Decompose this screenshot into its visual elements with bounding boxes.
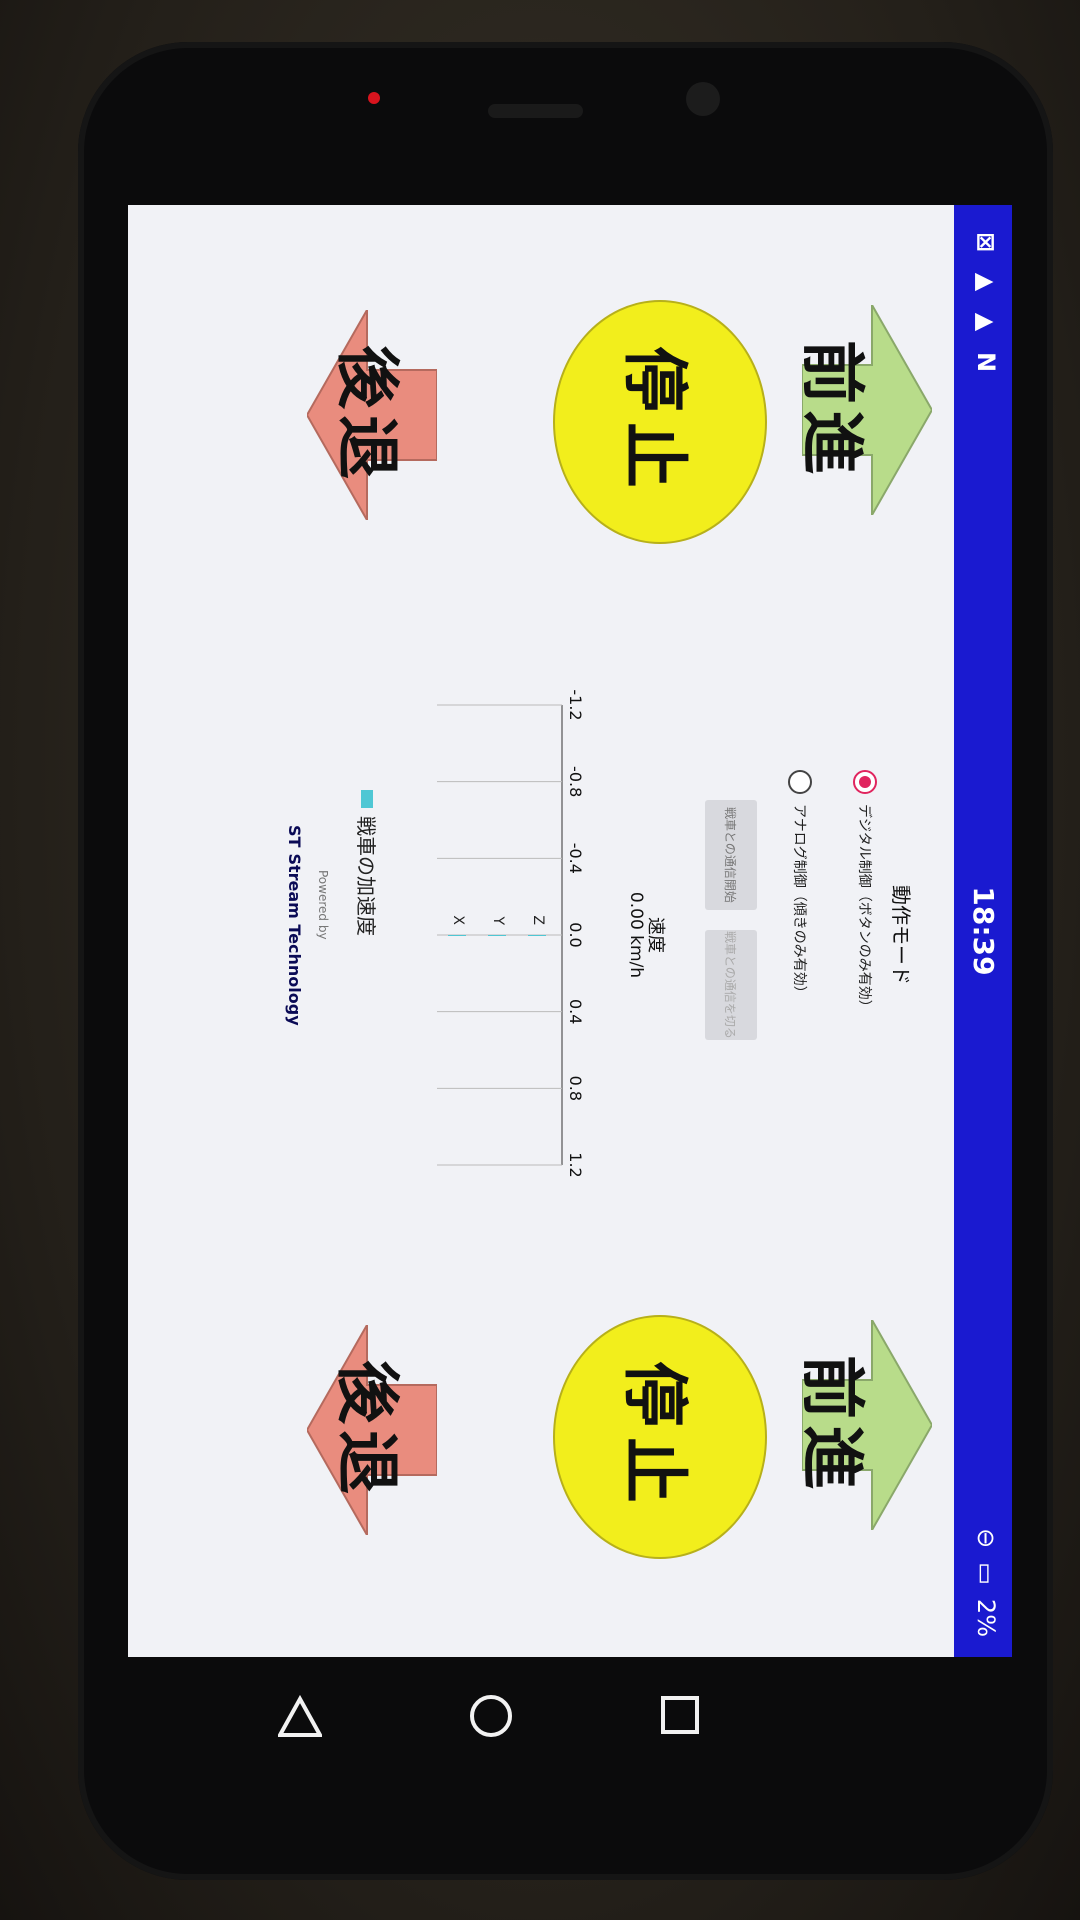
speed-value: 0.00 km/h [626, 891, 646, 979]
legend-label: 戦車の加速度 [354, 816, 378, 936]
connect-start-button[interactable]: 戦車との通信開始 [705, 800, 757, 910]
acceleration-bar [448, 935, 466, 936]
category-label: X [450, 915, 466, 925]
tick-label: 1.2 [566, 1152, 585, 1177]
landscape-app: ⊠ ▲ ▲ N 18:39 ⊖ ▭ 2% 前進 停止 後退 前進 停止 後退 動… [128, 205, 1012, 1657]
speed-label: 速度 [645, 917, 666, 953]
tick-label: -0.8 [566, 766, 585, 797]
tick-label: 0.8 [566, 1076, 585, 1101]
tick-label: 0.0 [566, 922, 585, 947]
acceleration-bar [528, 935, 546, 936]
category-label: Z [530, 915, 546, 925]
tick-label: -1.2 [566, 689, 585, 720]
earpiece [488, 104, 583, 118]
acceleration-bar [488, 935, 506, 936]
chart-legend: 戦車の加速度 [353, 790, 382, 936]
radio-selected-icon [853, 770, 877, 794]
brand-mark: ST [285, 825, 304, 848]
brand-name: Stream Technology [285, 853, 304, 1026]
powered-by: Powered by [316, 870, 330, 940]
front-camera-dot [368, 92, 380, 104]
radio-digital-label: デジタル制御（ボタンのみ有効） [856, 804, 872, 1014]
back-nav-icon[interactable] [276, 1694, 324, 1743]
screen: ⊠ ▲ ▲ N 18:39 ⊖ ▭ 2% 前進 停止 後退 前進 停止 後退 動… [128, 205, 1012, 1657]
home-nav-icon[interactable] [468, 1693, 514, 1743]
radio-analog-label: アナログ制御（傾きのみ有効） [791, 804, 807, 1000]
tick-label: -0.4 [566, 843, 585, 874]
front-sensor [686, 82, 720, 116]
mode-title: 動作モード [889, 885, 913, 985]
recents-nav-icon[interactable] [660, 1695, 700, 1739]
radio-unselected-icon [788, 770, 812, 794]
radio-analog[interactable]: アナログ制御（傾きのみ有効） [788, 770, 812, 1000]
radio-digital[interactable]: デジタル制御（ボタンのみ有効） [853, 770, 877, 1014]
navigation-bar [128, 1655, 1012, 1805]
acceleration-chart: -1.2 -0.8 -0.4 0.0 0.4 0.8 1.2 Z Y X [437, 689, 585, 1178]
center-panel: 動作モード デジタル制御（ボタンのみ有効） アナログ制御（傾きのみ有効） 戦車と… [128, 205, 1012, 1657]
legend-swatch [361, 790, 374, 808]
connect-stop-button[interactable]: 戦車との通信を切る [705, 930, 757, 1040]
brand-logo: ST Stream Technology [285, 825, 304, 1026]
category-label: Y [490, 915, 506, 925]
tick-label: 0.4 [566, 999, 585, 1024]
